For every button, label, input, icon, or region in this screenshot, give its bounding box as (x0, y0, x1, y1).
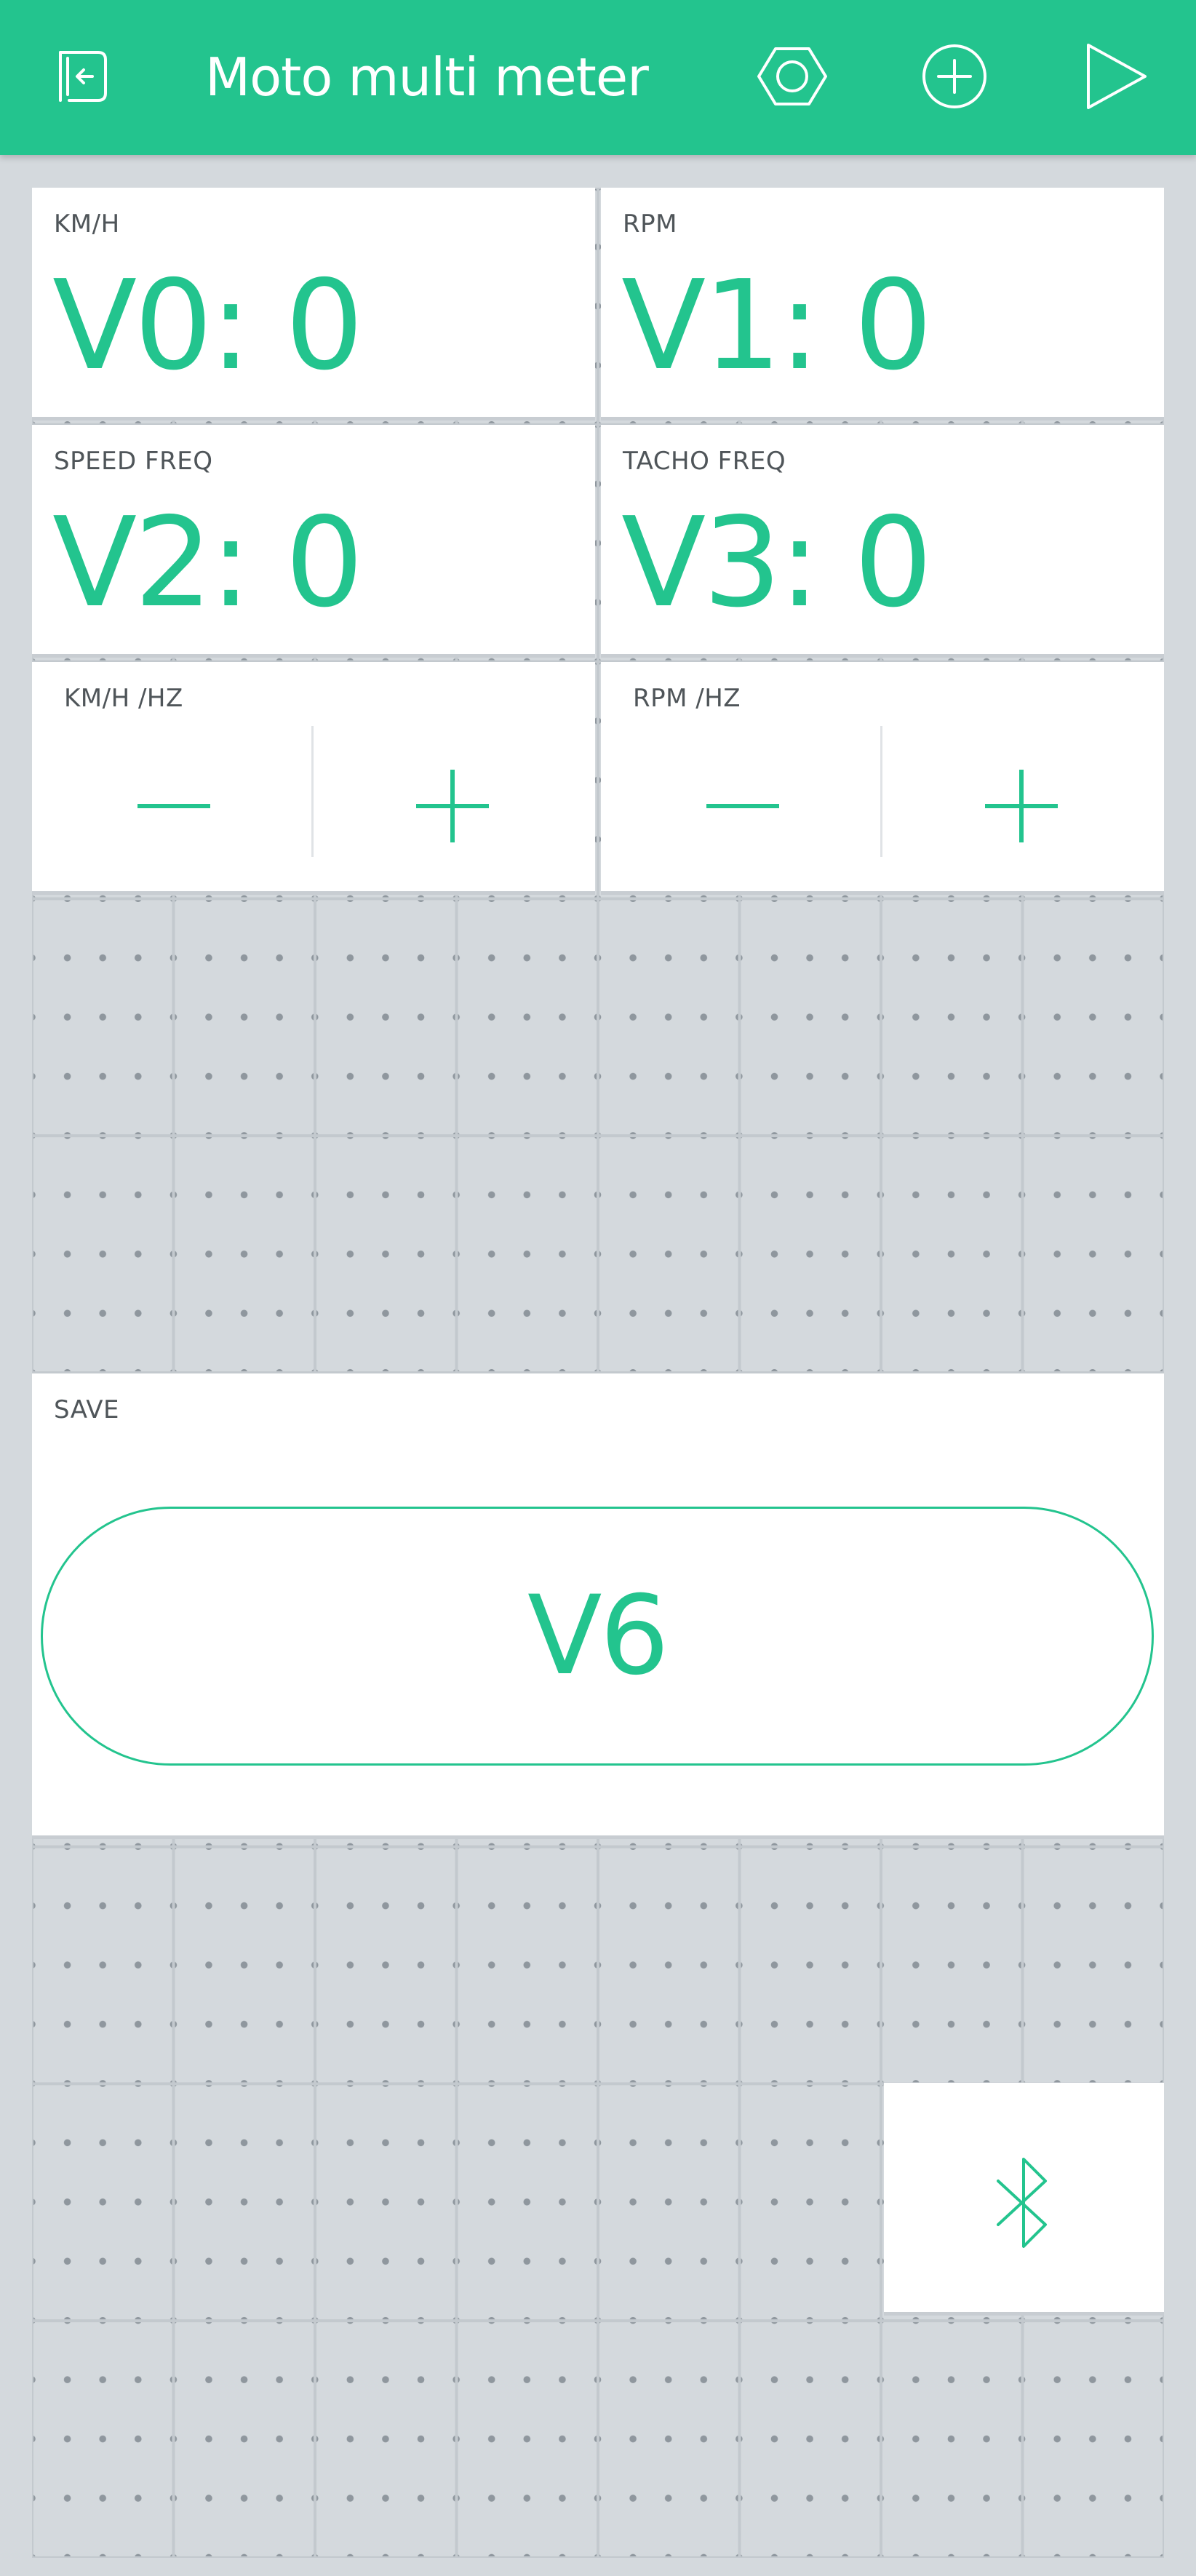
tacho-freq-value-display[interactable]: TACHO FREQ V3: 0 (601, 425, 1164, 658)
add-widget-icon[interactable] (914, 36, 994, 116)
app-title: Moto multi meter (205, 47, 649, 108)
hexagon-settings-icon[interactable] (752, 36, 832, 116)
rpm-value: V1: 0 (621, 254, 933, 398)
widget-label: TACHO FREQ (623, 447, 786, 476)
exit-project-icon[interactable] (40, 36, 120, 116)
app-bar: Moto multi meter (0, 0, 1196, 155)
rpm-hz-step-control: RPM /HZ (601, 662, 1164, 895)
divider (311, 726, 314, 857)
minus-icon (137, 804, 210, 808)
rpm-hz-increment-button[interactable] (885, 733, 1161, 879)
bluetooth-icon (997, 2158, 1047, 2248)
widget-label: RPM (623, 210, 677, 239)
kmh-value-display[interactable]: KM/H V0: 0 (32, 188, 595, 420)
divider (880, 726, 882, 857)
widget-label: SPEED FREQ (54, 447, 213, 476)
rpm-hz-decrement-button[interactable] (601, 733, 877, 879)
widget-label: SAVE (54, 1395, 120, 1424)
save-button[interactable]: V6 (41, 1507, 1154, 1766)
kmh-hz-increment-button[interactable] (316, 733, 592, 879)
minus-icon (706, 804, 779, 808)
speed-freq-value: V2: 0 (52, 491, 364, 635)
kmh-value: V0: 0 (52, 254, 364, 398)
widget-label: KM/H /HZ (64, 684, 183, 713)
widget-label: RPM /HZ (633, 684, 741, 713)
play-icon[interactable] (1075, 36, 1155, 116)
tacho-freq-value: V3: 0 (621, 491, 933, 635)
bluetooth-widget[interactable] (884, 2083, 1164, 2316)
speed-freq-value-display[interactable]: SPEED FREQ V2: 0 (32, 425, 595, 658)
kmh-hz-decrement-button[interactable] (32, 733, 308, 879)
widget-label: KM/H (54, 210, 120, 239)
kmh-hz-step-control: KM/H /HZ (32, 662, 595, 895)
rpm-value-display[interactable]: RPM V1: 0 (601, 188, 1164, 420)
save-button-widget: SAVE V6 (32, 1373, 1164, 1839)
plus-icon (985, 770, 1058, 842)
plus-icon (416, 770, 489, 842)
